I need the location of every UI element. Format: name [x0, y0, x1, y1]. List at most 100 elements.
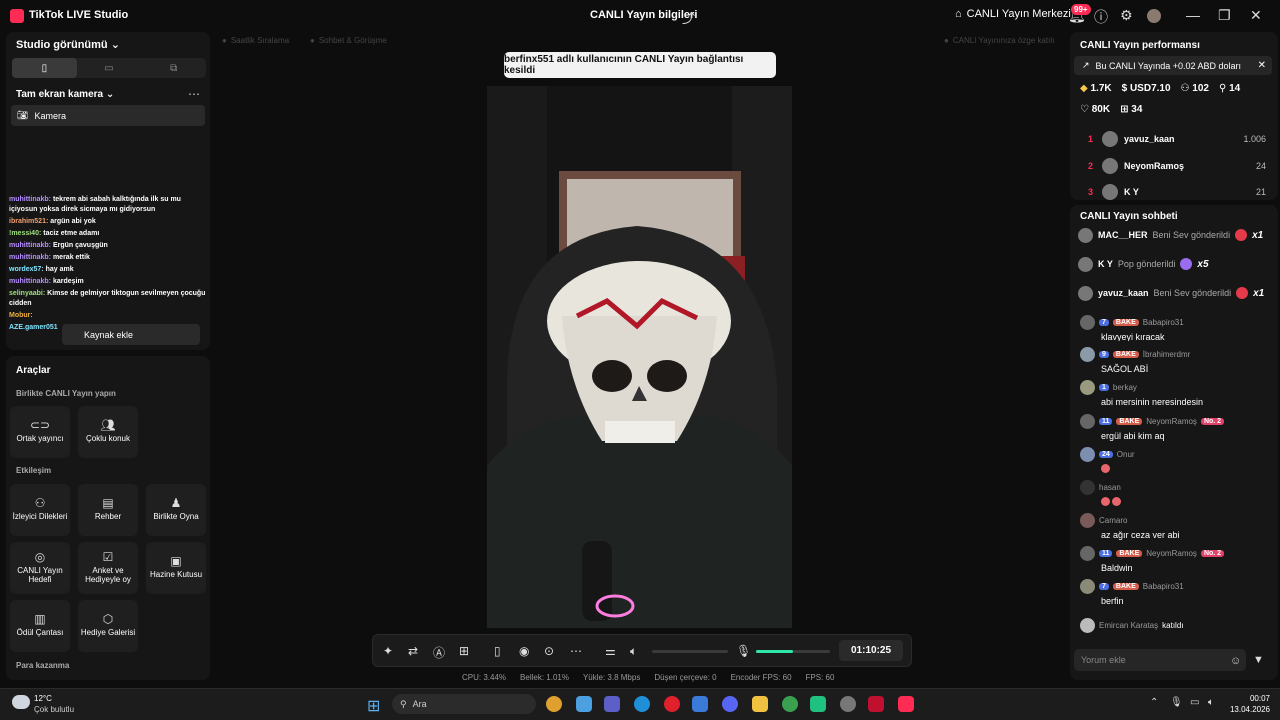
- ranking-row[interactable]: 2 NeyomRamoş 24: [1070, 155, 1278, 179]
- obs-icon[interactable]: [840, 696, 856, 712]
- live-center-button[interactable]: ⌂ CANLI Yayın Merkezi: [955, 8, 1071, 20]
- disconnect-toast: berfinx551 adlı kullanıcının CANLI Yayın…: [504, 52, 776, 78]
- teams-icon[interactable]: [604, 696, 620, 712]
- help-icon[interactable]: ⓘ: [1094, 7, 1108, 27]
- avatar[interactable]: [1147, 9, 1161, 23]
- live-video-preview: [487, 86, 792, 628]
- captions-icon[interactable]: ⊞: [459, 644, 469, 658]
- join-live-tab[interactable]: ● CANLI Yayınınıza özge katılı: [944, 36, 1054, 45]
- message-text: abi mersinin neresindesin: [1101, 397, 1204, 407]
- ranking-row[interactable]: 3 K Y 21: [1070, 181, 1278, 200]
- mic-level-slider[interactable]: [756, 650, 830, 653]
- ranking-row[interactable]: 1 yavuz_kaan 1.006: [1070, 128, 1278, 152]
- gear-icon[interactable]: ⚙: [1120, 7, 1133, 24]
- screenshot-icon[interactable]: ⊙: [544, 644, 554, 658]
- box-icon: ▣: [170, 554, 182, 568]
- tool-co-host[interactable]: ⊂⊃ Ortak yayıncı: [10, 406, 70, 458]
- close-icon[interactable]: ✕: [1250, 7, 1262, 24]
- filter-icon[interactable]: ▼: [1253, 654, 1264, 666]
- studio-view-panel: Studio görünümü ⌄ ▯ ▭ ⧉ Tam ekran kamera…: [6, 32, 210, 350]
- file-explorer-icon[interactable]: [576, 696, 592, 712]
- join-notice: Emircan Karataş katıldı: [1080, 618, 1272, 633]
- tool-multi-guest[interactable]: 👥︎ Çoklu konuk: [78, 406, 138, 458]
- maximize-icon[interactable]: ❐: [1218, 7, 1231, 24]
- rank-value: 1.006: [1243, 134, 1266, 144]
- message-emoji: [1101, 497, 1272, 508]
- monitor-icon[interactable]: ▭: [1190, 697, 1199, 708]
- emoji-icon[interactable]: ☺: [1230, 655, 1241, 667]
- translate-icon[interactable]: ⇄: [408, 644, 418, 658]
- tool-reward-bag[interactable]: ▥ Ödül Çantası: [10, 600, 70, 652]
- volume-slider[interactable]: [652, 650, 728, 653]
- mic-icon[interactable]: 🎙︎: [1170, 697, 1183, 708]
- ai-icon[interactable]: Ⓐ: [433, 644, 445, 661]
- weather-temp[interactable]: 12°C: [34, 694, 52, 703]
- opera-icon[interactable]: [664, 696, 680, 712]
- section-monetization: Para kazanma: [16, 661, 70, 670]
- notification-badge: 99+: [1071, 4, 1091, 15]
- browser-icon[interactable]: [782, 696, 798, 712]
- avatar: [1078, 285, 1093, 301]
- comment-input[interactable]: Yorum ekle: [1074, 649, 1246, 671]
- fan-badge: BAKE: [1116, 418, 1143, 425]
- level-badge: 24: [1099, 451, 1113, 458]
- overlay-line: !messi40: taciz etme adamı: [9, 230, 100, 237]
- tool-live-goal[interactable]: ◎ CANLI Yayın Hedefi: [10, 542, 70, 594]
- windows-start-icon[interactable]: ⊞: [367, 696, 380, 716]
- rank-name: NeyomRamoş: [1124, 161, 1185, 171]
- tool-gift-gallery[interactable]: ⬡ Hediye Galerisi: [78, 600, 138, 652]
- tiktok-live-studio-icon[interactable]: [898, 696, 914, 712]
- system-clock[interactable]: 00:07 13.04.2026: [1228, 693, 1270, 715]
- tool-poll[interactable]: ☑ Anket ve Hediyeyle oy: [78, 542, 138, 594]
- mail-icon[interactable]: [692, 696, 708, 712]
- tool-viewer-wishes[interactable]: ⚇ İzleyici Dilekleri: [10, 484, 70, 536]
- settings-sliders-icon[interactable]: ⚌: [605, 644, 616, 658]
- chrome-icon[interactable]: [546, 696, 562, 712]
- weather-desc[interactable]: Çok bulutlu: [34, 705, 74, 714]
- media-icon[interactable]: [868, 696, 884, 712]
- more-icon[interactable]: ⋯: [188, 87, 200, 101]
- share-icon[interactable]: ⤴: [682, 8, 695, 27]
- speaker-icon[interactable]: 🔈︎: [1208, 697, 1214, 708]
- tab-landscape[interactable]: ▭: [77, 58, 142, 78]
- tool-treasure-box[interactable]: ▣ Hazine Kutusu: [146, 542, 206, 594]
- tool-label: Çoklu konuk: [85, 434, 131, 443]
- tool-guide[interactable]: ▤ Rehber: [78, 484, 138, 536]
- tab-dual[interactable]: ⧉: [141, 58, 206, 78]
- chat-talk-tab[interactable]: ● Sohbet & Görüşme: [310, 36, 387, 45]
- record-icon[interactable]: ◉: [519, 644, 529, 658]
- chat-overlay: muhittinakb: tekrem abi sabah kalktığınd…: [6, 194, 210, 334]
- add-source-button[interactable]: Kaynak ekle: [62, 324, 200, 345]
- rank-number: 3: [1088, 187, 1094, 197]
- speaker-icon[interactable]: 🔈︎: [630, 644, 637, 659]
- rank-name: yavuz_kaan: [1124, 134, 1175, 144]
- chevron-up-icon[interactable]: ⌃: [1150, 697, 1158, 708]
- gift-count: x5: [1197, 258, 1209, 270]
- edge-icon[interactable]: [634, 696, 650, 712]
- pop-gift-icon: [1180, 258, 1193, 270]
- source-camera[interactable]: 📷︎ Kamera: [11, 105, 205, 126]
- chat-username: NeyomRamoş: [1146, 417, 1197, 426]
- studio-view-title[interactable]: Studio görünümü ⌄: [16, 38, 120, 51]
- more-icon[interactable]: ⋯: [570, 644, 582, 658]
- hourly-ranking-tab[interactable]: ● Saatlik Sıralama: [222, 36, 289, 45]
- rank-value: 24: [1255, 161, 1266, 171]
- streamer-camera-feed: [487, 86, 792, 628]
- close-icon[interactable]: ✕: [1258, 60, 1266, 71]
- scene-title[interactable]: Tam ekran kamera ⌄: [16, 89, 114, 100]
- minimize-icon[interactable]: —: [1186, 7, 1200, 23]
- rank-number: 1: [1088, 134, 1094, 144]
- discord-icon[interactable]: [722, 696, 738, 712]
- taskbar-search[interactable]: ⚲ Ara: [392, 694, 536, 714]
- metric-usd: $ USD7.10: [1122, 83, 1171, 94]
- laugh-emoji-icon: [1112, 497, 1121, 506]
- tool-play-together[interactable]: ♟ Birlikte Oyna: [146, 484, 206, 536]
- mic-icon[interactable]: 🎙︎: [736, 644, 751, 658]
- tools-title: Araçlar: [16, 365, 51, 376]
- gift-text: Beni Sev gönderildi: [1152, 230, 1231, 240]
- folder-icon[interactable]: [752, 696, 768, 712]
- tab-portrait[interactable]: ▯: [12, 58, 77, 78]
- phone-icon[interactable]: ▯: [494, 644, 501, 658]
- magic-wand-icon[interactable]: ✦: [383, 644, 393, 658]
- app-icon[interactable]: [810, 696, 826, 712]
